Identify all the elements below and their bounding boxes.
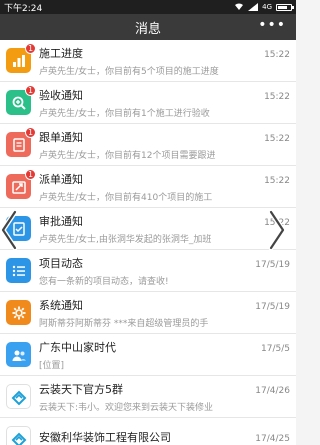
group-avatar-icon bbox=[6, 342, 31, 367]
message-row[interactable]: 项目动态 17/5/19 您有一条新的项目动态，请查收! bbox=[0, 250, 296, 292]
brand-logo-icon bbox=[6, 426, 31, 445]
row-time: 17/4/25 bbox=[255, 434, 290, 444]
row-time: 17/4/26 bbox=[255, 385, 290, 396]
magnifier-icon: 1 bbox=[6, 85, 36, 115]
row-preview: [位置] bbox=[39, 360, 65, 371]
row-time: 15:22 bbox=[264, 49, 290, 60]
row-title: 跟单通知 bbox=[39, 130, 83, 144]
brand-logo-icon bbox=[6, 384, 31, 409]
row-time: 15:22 bbox=[264, 91, 290, 102]
chevron-right-icon[interactable] bbox=[268, 210, 286, 250]
dispatch-icon: 1 bbox=[6, 169, 36, 199]
row-title: 系统通知 bbox=[39, 298, 83, 312]
message-row[interactable]: 1 派单通知 15:22 卢英先生/女士，你目前有410个项目的施工 bbox=[0, 166, 296, 208]
list-icon bbox=[6, 258, 31, 283]
row-title: 广东中山家时代 bbox=[39, 340, 116, 354]
row-title: 施工进度 bbox=[39, 46, 83, 60]
gear-icon bbox=[6, 300, 31, 325]
clipboard-icon: 1 bbox=[6, 127, 36, 157]
message-row[interactable]: 系统通知 17/5/19 阿斯蒂芬阿斯蒂芬 ***来自超级管理员的手 bbox=[0, 292, 296, 334]
row-title: 派单通知 bbox=[39, 172, 83, 186]
message-row[interactable]: 1 验收通知 15:22 卢英先生/女士，你目前有1个施工进行验收 bbox=[0, 82, 296, 124]
message-row[interactable]: 审批通知 15:22 卢英先生/女士,由张洞华发起的张洞华_加班 bbox=[0, 208, 296, 250]
battery-icon bbox=[276, 3, 294, 11]
message-row[interactable]: 安徽利华装饰工程有限公司 17/4/25 bbox=[0, 418, 296, 445]
unread-badge: 1 bbox=[25, 127, 36, 138]
message-row[interactable]: 云装天下官方5群 17/4/26 云装天下:韦小。欢迎您来到云装天下装修业 bbox=[0, 376, 296, 418]
row-preview: 卢英先生/女士，你目前有410个项目的施工 bbox=[39, 192, 213, 203]
message-row[interactable]: 广东中山家时代 17/5/5 [位置] bbox=[0, 334, 296, 376]
message-row[interactable]: 1 施工进度 15:22 卢英先生/女士，你目前有5个项目的施工进度 bbox=[0, 40, 296, 82]
row-title: 验收通知 bbox=[39, 88, 83, 102]
clock: 下午2:24 bbox=[4, 3, 43, 14]
page-title: 消息 bbox=[134, 21, 161, 37]
row-time: 17/5/5 bbox=[261, 343, 290, 354]
signal-icon bbox=[248, 3, 259, 11]
row-time: 17/5/19 bbox=[255, 259, 290, 270]
row-title: 审批通知 bbox=[39, 214, 83, 228]
row-time: 15:22 bbox=[264, 133, 290, 144]
row-preview: 卢英先生/女士,由张洞华发起的张洞华_加班 bbox=[39, 234, 212, 245]
message-row[interactable]: 1 跟单通知 15:22 卢英先生/女士，你目前有12个项目需要跟进 bbox=[0, 124, 296, 166]
status-bar: 下午2:24 4G bbox=[0, 0, 296, 14]
unread-badge: 1 bbox=[25, 169, 36, 180]
more-menu-button[interactable]: ••• bbox=[258, 17, 286, 33]
unread-badge: 1 bbox=[25, 85, 36, 96]
row-time: 15:22 bbox=[264, 175, 290, 186]
row-preview: 阿斯蒂芬阿斯蒂芬 ***来自超级管理员的手 bbox=[39, 318, 209, 329]
top-nav-bar: 消息 ••• bbox=[0, 14, 296, 40]
system-icons: 4G bbox=[234, 3, 294, 11]
row-title: 云装天下官方5群 bbox=[39, 382, 123, 396]
row-title: 项目动态 bbox=[39, 256, 83, 270]
row-preview: 云装天下:韦小。欢迎您来到云装天下装修业 bbox=[39, 402, 214, 413]
row-preview: 您有一条新的项目动态，请查收! bbox=[39, 276, 169, 287]
wifi-icon bbox=[235, 3, 244, 11]
network-type: 4G bbox=[262, 3, 272, 11]
bar-chart-icon: 1 bbox=[6, 43, 36, 73]
row-time: 17/5/19 bbox=[255, 301, 290, 312]
row-preview: 卢英先生/女士，你目前有5个项目的施工进度 bbox=[39, 66, 219, 77]
row-title: 安徽利华装饰工程有限公司 bbox=[39, 431, 171, 444]
message-list: 1 施工进度 15:22 卢英先生/女士，你目前有5个项目的施工进度 1 验收通… bbox=[0, 40, 296, 445]
unread-badge: 1 bbox=[25, 43, 36, 54]
row-preview: 卢英先生/女士，你目前有1个施工进行验收 bbox=[39, 108, 210, 119]
chevron-left-icon[interactable] bbox=[0, 210, 18, 250]
row-preview: 卢英先生/女士，你目前有12个项目需要跟进 bbox=[39, 150, 216, 161]
